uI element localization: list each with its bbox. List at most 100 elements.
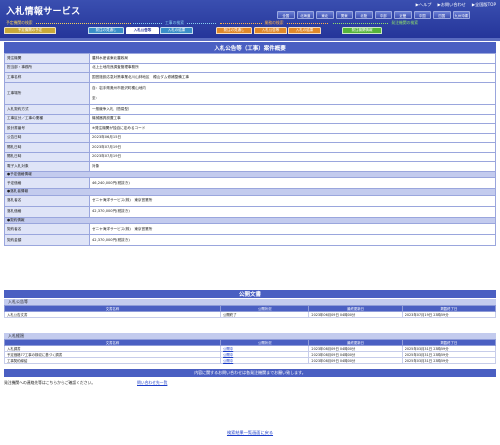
row-value: 北上土地改良調査管理事務所 (89, 62, 496, 73)
summary-row: 電子入札対象 対象 (4, 161, 496, 172)
row-label: 開札日時 (4, 142, 90, 153)
row-value: 対象 (89, 161, 496, 172)
inquiry-notice: 内容に関するお問い合わせは各発注機関までお願い致します。 (4, 369, 496, 377)
announcement-docs: 入札公告等 文書名称 公開状況 最終更新日 掲載終了日 入札公告文書 公開終了 2023年… (3, 299, 497, 318)
category-dots (133, 22, 163, 24)
category-label: 発注機関の検索 (391, 20, 418, 25)
row-value: 一般競争入札（簡易型） (89, 104, 496, 115)
page-title: 入札公告等（工事）案件概要 (4, 42, 496, 53)
category-dots (333, 22, 389, 24)
summary-row: 工事名称 国営施設応急対策事業北川山林地区 穂山ダム修補整備工事 (4, 72, 496, 83)
tab-5[interactable]: 入札公告等 (254, 27, 287, 34)
tab-0[interactable]: 予定機関の予定 (4, 27, 56, 34)
region-tab[interactable]: 全国 (277, 11, 295, 19)
region-tab[interactable]: 関東 (335, 11, 353, 19)
region-tab[interactable]: 四国 (433, 11, 451, 19)
table-cell: 2023年06月09日 04時00分 (308, 311, 403, 318)
row-label: 発注機関 (4, 53, 90, 64)
tab-6[interactable]: 入札の結果 (288, 27, 321, 34)
row-value: 42,370,000円(税抜き) (89, 205, 496, 218)
summary-row: 予定価格 46,240,000円(税抜き) (4, 177, 496, 189)
summary-row: 契約金額 42,370,000円(税抜き) (4, 234, 496, 246)
summary-row: 落札価格 42,370,000円(税抜き) (4, 205, 496, 218)
category-agency: 発注機関の検索 (332, 20, 420, 26)
category-label: 工事の検索 (165, 20, 184, 25)
region-tab[interactable]: 北陸 (355, 11, 373, 19)
result-docs-table: 文書名称 公開状況 最終更新日 掲載終了日 入札調書 公開中 2023年08月09日 04… (3, 339, 497, 364)
category-dots (35, 22, 131, 24)
category-label: 予定機関の検索 (6, 20, 33, 25)
back-to-results-link: 検索結果一覧画面に戻る (0, 430, 500, 436)
row-label: 予定価格 (4, 177, 90, 189)
table-cell: 2023年07月19日 23時59分 (401, 311, 497, 318)
region-tab[interactable]: 近畿 (394, 11, 412, 19)
publication-status[interactable]: 公開中 (220, 357, 310, 364)
table-cell: 2025年03月31日 23時59分 (401, 357, 497, 364)
category-dots (187, 22, 217, 24)
location-from: 自：岩手県奥州市胆沢町穂山地内 (92, 86, 146, 90)
summary-row: 工事区分／工事の業種 機械器具設置工事 (4, 113, 496, 124)
contact-label: 発注機関への連絡先等はこちらからご確認ください。 (4, 380, 96, 385)
app-title: 入札情報サービス (6, 7, 81, 17)
region-tab[interactable]: 中部 (374, 11, 392, 19)
back-link-text[interactable]: 検索結果一覧画面に戻る (227, 430, 273, 435)
row-label: 契約者名 (4, 223, 90, 235)
announcement-docs-table: 文書名称 公開状況 最終更新日 掲載終了日 入札公告文書 公開終了 2023年06月09日… (3, 305, 497, 318)
summary-row: 工事場所 自：岩手県奥州市胆沢町穂山地内 至： (4, 82, 496, 105)
region-tab[interactable]: 九州沖縄 (452, 11, 470, 19)
summary-row: 入札契約方式 一般競争入札（簡易型） (4, 104, 496, 115)
row-value: 国営施設応急対策事業北川山林地区 穂山ダム修補整備工事 (89, 72, 496, 83)
national-top-link[interactable]: ▶全国版TOP (472, 2, 496, 8)
summary-row: 契約者名 ゼニヤ海洋サービス(株) 東京営業所 (4, 223, 496, 235)
row-label: 落札者名 (4, 194, 90, 207)
summary-row: 開札日時 2023年07月19日 (4, 142, 496, 153)
row-label: 工事場所 (4, 82, 90, 105)
tab-2[interactable]: 入札公告等 (126, 27, 159, 34)
region-tab[interactable]: 中国 (413, 11, 431, 19)
row-value: 機械器具設置工事 (89, 113, 496, 124)
row-value: ※発注機関が独自に定めるコード (89, 123, 496, 134)
tab-4[interactable]: 発注の見通し (216, 27, 252, 34)
contact-list-link[interactable]: 問い合わせ先一覧 (137, 380, 167, 386)
table-row: 工事契約締結 公開中 2023年08月09日 04時00分 2025年03月31日 2… (3, 357, 497, 364)
row-value: 自：岩手県奥州市胆沢町穂山地内 至： (89, 82, 496, 105)
row-value: 2023年06月15日 (89, 132, 496, 143)
row-value: 2023年07月19日 (89, 142, 496, 153)
help-link[interactable]: ▶ヘルプ (416, 2, 432, 8)
summary-row: 落札者名 ゼニヤ海洋サービス(株) 東京営業所 (4, 194, 496, 207)
documents-title: 公開文書 (4, 290, 496, 298)
row-label: 契約金額 (4, 234, 90, 246)
row-label: 入札契約方式 (4, 104, 90, 115)
app-header: 入札情報サービス ▶ヘルプ ▶お問い合わせ ▶全国版TOP 全国 北海道 東北 関東北… (0, 0, 500, 38)
row-label: 電子入札対象 (4, 161, 90, 172)
region-tabs: 全国 北海道 東北 関東 北陸 中部 近畿 中国 四国 九州沖縄 (277, 11, 470, 19)
row-value: ゼニヤ海洋サービス(株) 東京営業所 (89, 223, 496, 235)
location-to: 至： (92, 96, 100, 100)
content-divider (0, 38, 500, 41)
table-cell: 2023年08月09日 04時00分 (308, 357, 403, 364)
contact-link[interactable]: ▶お問い合わせ (437, 2, 465, 8)
row-value: 46,240,000円(税抜き) (89, 177, 496, 189)
table-cell: 入札公告文書 (3, 311, 222, 318)
tab-1[interactable]: 発注の見通し (88, 27, 124, 34)
contact-row: 発注機関への連絡先等はこちらからご確認ください。 問い合わせ先一覧 (4, 380, 496, 386)
summary-row: 設計書番号 ※発注機関が独自に定めるコード (4, 123, 496, 134)
row-label: 工事名称 (4, 72, 90, 83)
summary-row: 公告日時 2023年06月15日 (4, 132, 496, 143)
project-summary-table: 発注機関 農林水産省東北農政局 担当部・事務所 北上土地改良調査管理事務所 工事名称 国営… (4, 53, 496, 246)
row-value: ゼニヤ海洋サービス(株) 東京営業所 (89, 194, 496, 207)
category-services: 業務の検索 (219, 20, 329, 26)
publication-status[interactable]: 公開終了 (220, 311, 310, 318)
category-dots (286, 22, 329, 24)
tab-3[interactable]: 入札の結果 (160, 27, 193, 34)
region-tab[interactable]: 北海道 (296, 11, 314, 19)
summary-row: 担当部・事務所 北上土地改良調査管理事務所 (4, 62, 496, 73)
summary-row: 開札日時 2023年07月19日 (4, 151, 496, 162)
table-row: 入札公告文書 公開終了 2023年06月09日 04時00分 2023年07月19日 … (3, 311, 497, 318)
category-label: 業務の検索 (264, 20, 284, 25)
row-label: 開札日時 (4, 151, 90, 162)
region-tab[interactable]: 東北 (316, 11, 334, 19)
row-label: 担当部・事務所 (4, 62, 90, 73)
category-schedule: 予定機関の検索 (4, 20, 132, 26)
tab-7[interactable]: 発注機関情報 (342, 27, 382, 34)
